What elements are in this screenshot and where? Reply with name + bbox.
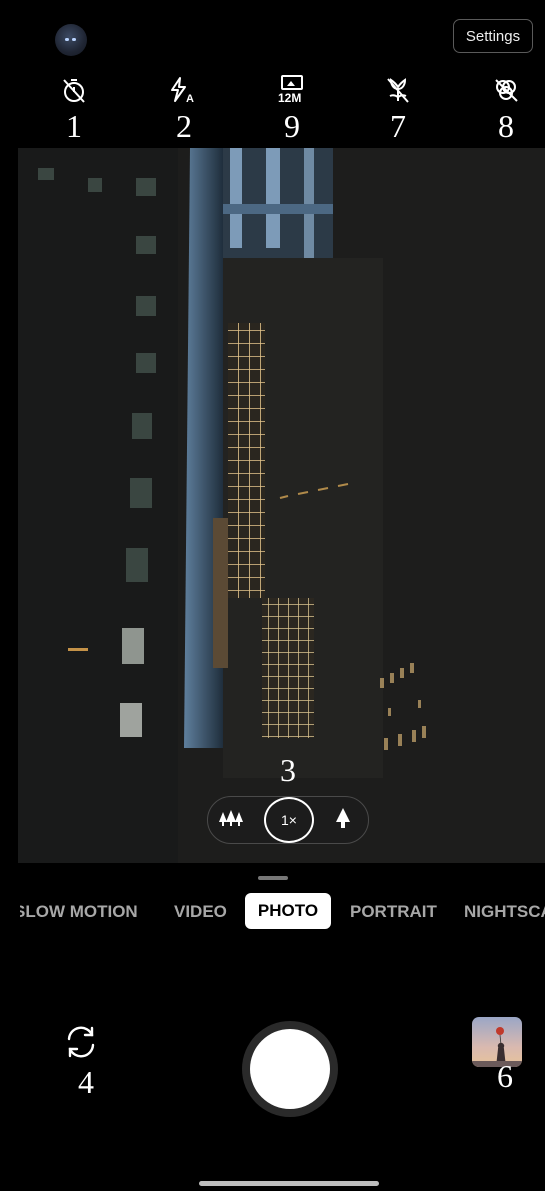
flash-auto-icon[interactable]: A [164, 72, 200, 108]
filter-off-icon[interactable] [488, 72, 524, 108]
telephoto-icon[interactable] [333, 806, 353, 835]
mode-nightscape[interactable]: NIGHTSCAPE [464, 902, 545, 922]
annotation-5: 5 [284, 1072, 300, 1108]
home-indicator[interactable] [199, 1181, 379, 1186]
switch-camera-icon[interactable] [62, 1023, 100, 1066]
mode-slow-motion[interactable]: SLOW MOTION [20, 902, 140, 922]
annotation-4: 4 [78, 1064, 94, 1100]
resolution-12m-icon[interactable]: 12M [272, 72, 312, 108]
annotation-8: 8 [498, 108, 514, 144]
annotation-1: 1 [66, 108, 82, 144]
mode-video[interactable]: VIDEO [174, 902, 227, 922]
mode-drawer-handle[interactable] [258, 876, 288, 880]
mode-portrait[interactable]: PORTRAIT [350, 902, 437, 922]
annotation-9: 9 [284, 108, 300, 144]
mode-photo[interactable]: PHOTO [245, 893, 331, 929]
svg-text:A: A [186, 93, 194, 105]
avatar-eye-right [72, 38, 76, 41]
zoom-1x-button[interactable]: 1× [264, 797, 314, 843]
annotation-3: 3 [280, 752, 296, 788]
wide-angle-icon[interactable] [218, 808, 244, 835]
settings-button[interactable]: Settings [453, 19, 533, 53]
lens-avatar-button[interactable] [55, 24, 87, 56]
avatar-eye-left [65, 38, 69, 41]
timer-off-icon[interactable] [56, 72, 92, 108]
macro-off-icon[interactable] [380, 72, 416, 108]
annotation-7: 7 [390, 108, 406, 144]
annotation-2: 2 [176, 108, 192, 144]
resolution-label: 12M [278, 91, 301, 105]
annotation-6: 6 [497, 1058, 513, 1094]
